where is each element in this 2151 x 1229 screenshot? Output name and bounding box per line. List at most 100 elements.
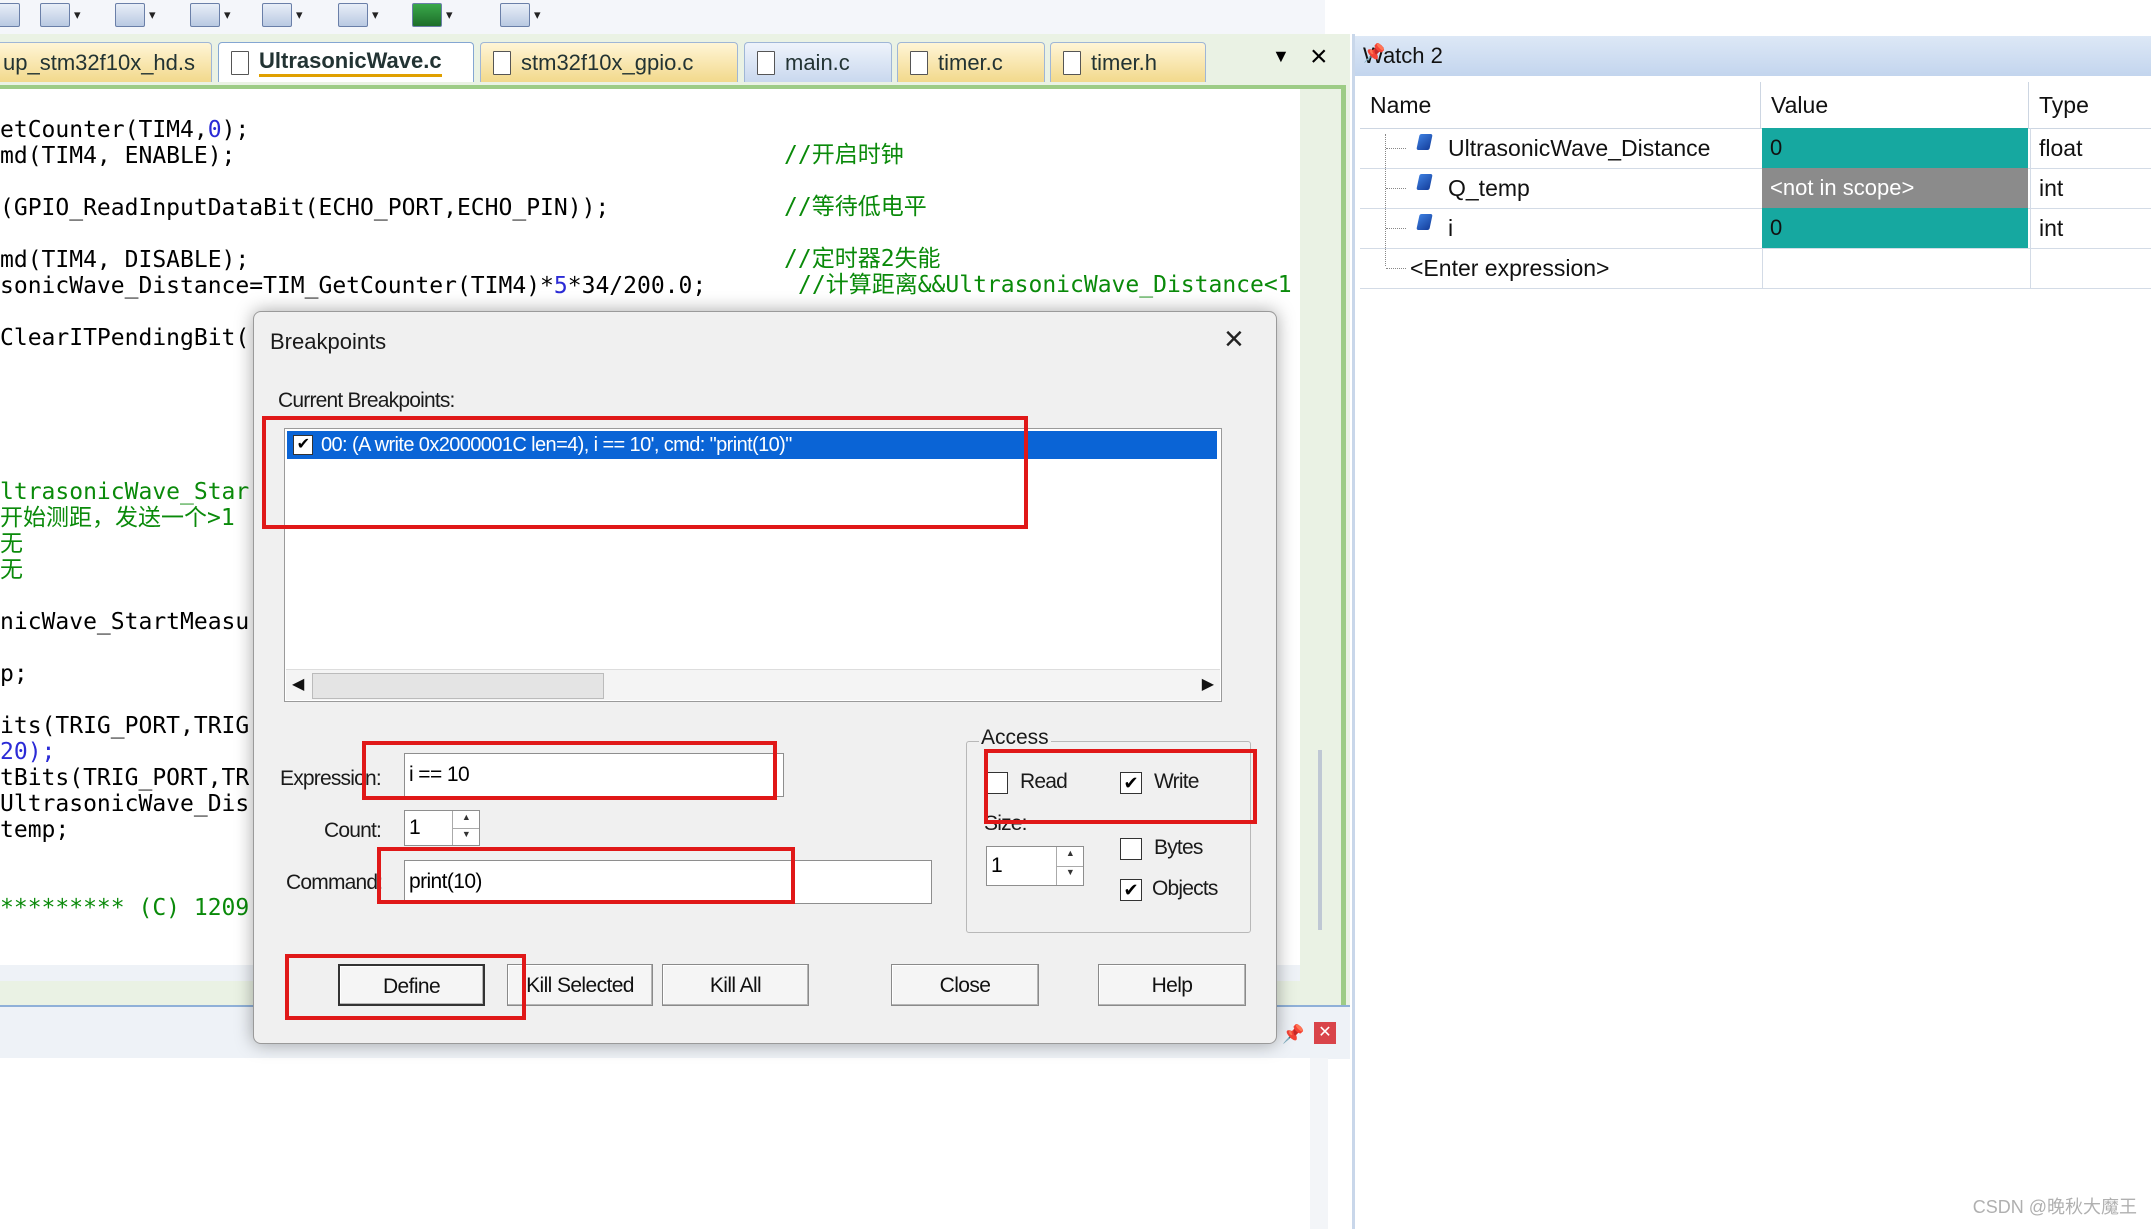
breakpoints-dialog: Breakpoints × Current Breakpoints: ✔ 00:… xyxy=(253,311,1277,1044)
list-horizontal-scrollbar[interactable]: ◀ ▶ xyxy=(286,669,1220,700)
spin-down-icon[interactable]: ▼ xyxy=(452,828,479,845)
code-line: md(TIM4, ENABLE); xyxy=(0,143,236,169)
chevron-down-icon[interactable]: ▾ xyxy=(74,7,81,23)
trace-icon[interactable]: ▾ xyxy=(190,2,231,28)
annotation-box-command xyxy=(377,847,795,904)
close-icon[interactable]: × xyxy=(1224,320,1244,359)
watch-value[interactable]: 0 xyxy=(1762,208,2028,248)
code-line: md(TIM4, DISABLE); xyxy=(0,247,250,273)
tab-label: main.c xyxy=(785,49,850,75)
tab-ultrasonicwave-c[interactable]: UltrasonicWave.c xyxy=(218,42,474,82)
file-icon xyxy=(493,50,511,75)
file-icon xyxy=(757,50,775,75)
chevron-down-icon[interactable]: ▾ xyxy=(149,7,156,23)
code-line: ClearITPendingBit( xyxy=(0,325,250,351)
pin-icon[interactable]: 📌 xyxy=(1363,43,2147,64)
chevron-down-icon[interactable]: ▾ xyxy=(534,7,541,23)
watch-type: int xyxy=(2030,208,2151,248)
tab-label: up_stm32f10x_hd.s xyxy=(3,49,196,75)
tab-label: UltrasonicWave.c xyxy=(259,48,442,77)
tab-list-dropdown-icon[interactable]: ▼ xyxy=(1272,46,1290,67)
count-input[interactable]: 1 ▲ ▼ xyxy=(404,810,480,846)
tab-timer-h[interactable]: timer.h xyxy=(1050,42,1206,82)
chevron-down-icon[interactable]: ▾ xyxy=(372,7,379,23)
code-comment: //定时器2失能 xyxy=(784,246,941,272)
toolbox-icon[interactable]: ▾ xyxy=(338,2,379,28)
bytes-label[interactable]: Bytes xyxy=(1154,836,1203,860)
help-button[interactable]: Help xyxy=(1098,964,1246,1006)
code-line: sonicWave_Distance=TIM_GetCounter(TIM4)*… xyxy=(0,273,707,299)
objects-label[interactable]: Objects xyxy=(1152,877,1218,901)
watch-row[interactable]: i 0 int xyxy=(1360,208,2151,249)
run-icon[interactable] xyxy=(0,2,20,28)
tab-startup-file[interactable]: up_stm32f10x_hd.s xyxy=(0,42,212,82)
watch-value[interactable]: 0 xyxy=(1762,128,2028,168)
watch-value xyxy=(1762,248,2028,288)
toolbar: ▾ ▾ ▾ ▾ ▾ ▾ ▾ xyxy=(0,0,1325,34)
file-icon xyxy=(1063,50,1081,75)
objects-radio[interactable]: ✔ xyxy=(1120,879,1142,901)
tab-label: stm32f10x_gpio.c xyxy=(521,49,694,75)
current-breakpoints-label: Current Breakpoints: xyxy=(278,389,455,412)
chip-icon[interactable]: ▾ xyxy=(412,2,453,28)
tab-timer-c[interactable]: timer.c xyxy=(897,42,1045,82)
debug-icon[interactable]: ▾ xyxy=(262,2,303,28)
watch-value[interactable]: <not in scope> xyxy=(1762,168,2028,208)
watch-type: float xyxy=(2030,128,2151,168)
window-icon[interactable]: ▾ xyxy=(40,2,81,28)
code-line: p; xyxy=(0,661,28,687)
count-value: 1 xyxy=(409,816,421,839)
chevron-down-icon[interactable]: ▾ xyxy=(446,7,453,23)
pin-icon[interactable]: 📌 xyxy=(1282,1024,1304,1045)
column-header-value[interactable]: Value xyxy=(1761,82,2029,128)
column-header-type[interactable]: Type xyxy=(2029,82,2151,128)
code-line: 开始测距，发送一个>1 xyxy=(0,505,235,531)
watch-type xyxy=(2030,248,2151,288)
annotation-box-breakpoint xyxy=(262,416,1028,529)
spin-up-icon[interactable]: ▲ xyxy=(452,811,479,829)
chevron-down-icon[interactable]: ▾ xyxy=(296,7,303,23)
watch-type: int xyxy=(2030,168,2151,208)
output-scrollbar[interactable] xyxy=(1310,1058,1328,1229)
access-label: Access xyxy=(979,726,1051,750)
size-value: 1 xyxy=(991,854,1003,877)
kill-all-button[interactable]: Kill All xyxy=(662,964,809,1006)
annotation-box-define xyxy=(285,954,526,1020)
spin-down-icon[interactable]: ▼ xyxy=(1056,866,1083,885)
bytes-radio[interactable] xyxy=(1120,838,1142,860)
scroll-left-icon[interactable]: ◀ xyxy=(292,674,304,694)
chevron-down-icon[interactable]: ▾ xyxy=(224,7,231,23)
watch-row[interactable]: Q_temp <not in scope> int xyxy=(1360,168,2151,209)
size-input[interactable]: 1 ▲ ▼ xyxy=(986,846,1084,886)
code-line: ltrasonicWave_Star xyxy=(0,479,250,505)
memory-icon[interactable]: ▾ xyxy=(115,2,156,28)
scroll-right-icon[interactable]: ▶ xyxy=(1202,674,1214,694)
close-button[interactable]: Close xyxy=(891,964,1039,1006)
output-panel[interactable] xyxy=(0,1058,1310,1229)
annotation-box-access xyxy=(984,749,1257,824)
count-label: Count: xyxy=(324,819,382,842)
close-tab-icon[interactable]: × xyxy=(1310,40,1328,74)
code-line: ********* (C) 1209 xyxy=(0,895,250,921)
code-comment: //计算距离&&UltrasonicWave_Distance<1 xyxy=(798,272,1292,298)
tools-icon[interactable]: ▾ xyxy=(500,2,541,28)
spin-up-icon[interactable]: ▲ xyxy=(1056,847,1083,867)
code-line: (GPIO_ReadInputDataBit(ECHO_PORT,ECHO_PI… xyxy=(0,195,610,221)
code-line: 无 xyxy=(0,531,23,557)
enter-expression[interactable]: <Enter expression> xyxy=(1360,248,1810,288)
close-panel-icon[interactable]: ✕ xyxy=(1314,1022,1336,1044)
dialog-title: Breakpoints xyxy=(270,329,387,354)
scrollbar-thumb[interactable] xyxy=(312,673,604,699)
command-label: Command: xyxy=(286,871,383,894)
editor-vertical-scrollbar[interactable] xyxy=(1318,750,1322,930)
kill-selected-button[interactable]: Kill Selected xyxy=(507,964,653,1006)
tab-label: timer.c xyxy=(938,49,1003,75)
watch-row[interactable]: UltrasonicWave_Distance 0 float xyxy=(1360,128,2151,169)
code-line: 无 xyxy=(0,557,23,583)
code-line: etCounter(TIM4,0); xyxy=(0,117,250,143)
column-header-name[interactable]: Name xyxy=(1360,82,1761,128)
tab-stm32f10x-gpio-c[interactable]: stm32f10x_gpio.c xyxy=(480,42,738,82)
file-icon xyxy=(910,50,928,75)
tab-main-c[interactable]: main.c xyxy=(744,42,892,82)
watch-row-enter-expression[interactable]: <Enter expression> xyxy=(1360,248,2151,289)
